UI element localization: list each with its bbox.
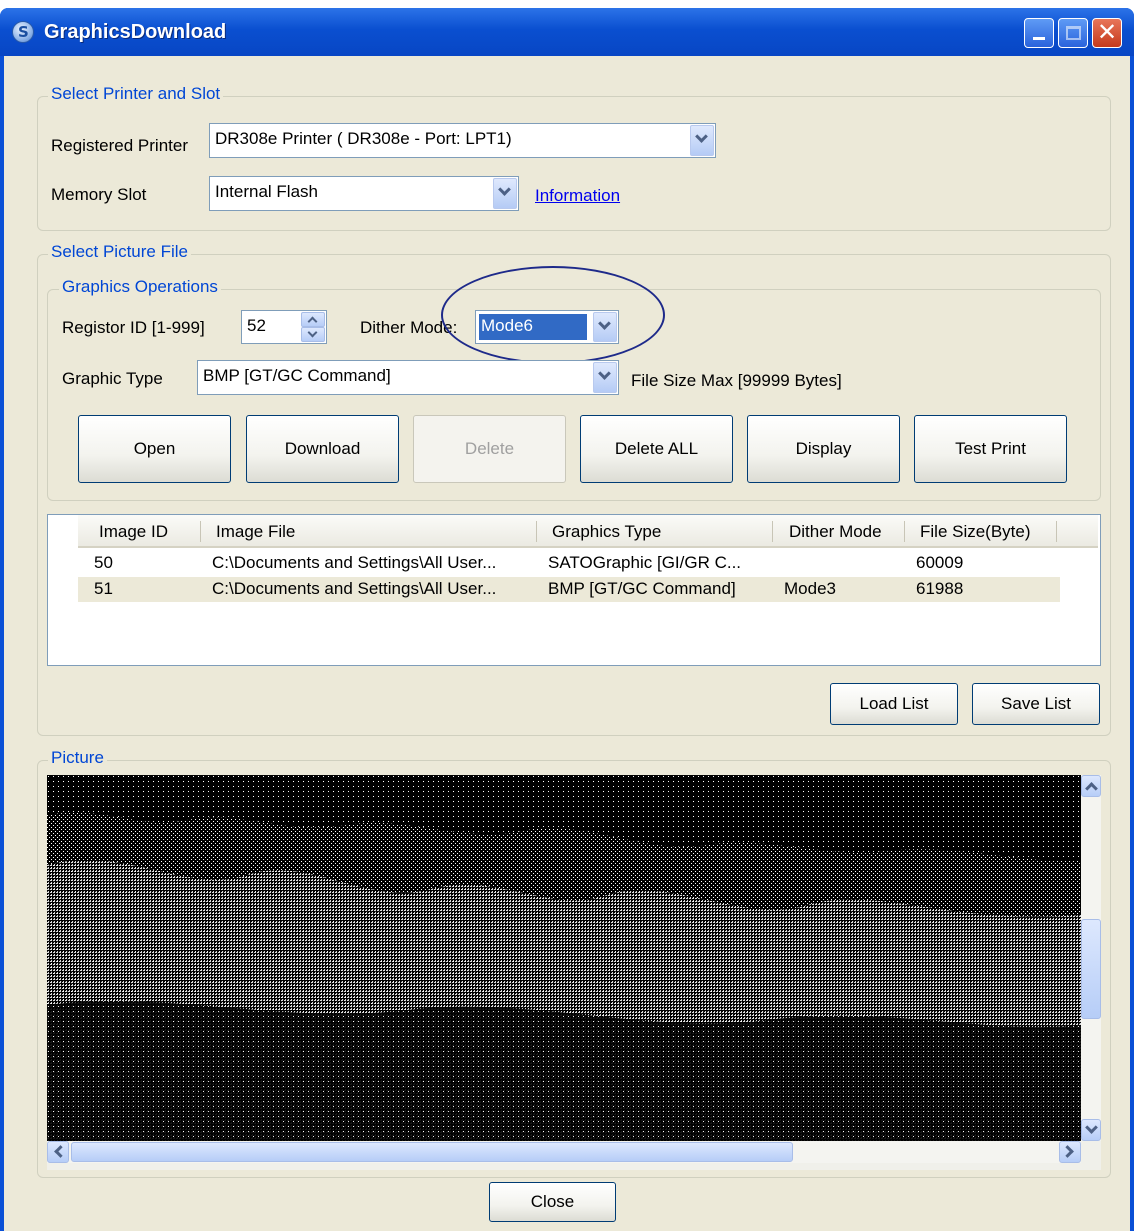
window-title: GraphicsDownload (44, 21, 227, 43)
dither-mode-dropdown-button[interactable] (593, 312, 617, 342)
registered-printer-label: Registered Printer (51, 136, 189, 155)
row-image-id: 51 (94, 579, 113, 598)
row-graphics-type: BMP [GT/GC Command] (548, 579, 736, 598)
minimize-icon (1033, 37, 1045, 40)
row-image-file: C:\Documents and Settings\All User... (212, 553, 497, 572)
registered-printer-dropdown-button[interactable] (690, 125, 714, 156)
vertical-scrollbar[interactable] (1081, 775, 1101, 1141)
memory-slot-label: Memory Slot (51, 185, 147, 204)
graphic-type-label: Graphic Type (62, 369, 163, 388)
column-header-image-id[interactable]: Image ID (99, 522, 168, 542)
load-list-button[interactable]: Load List (830, 683, 958, 725)
dither-mode-value: Mode6 (481, 316, 533, 335)
scroll-left-button[interactable] (47, 1141, 69, 1163)
graphics-operations-legend: Graphics Operations (59, 277, 221, 297)
row-graphics-type: SATOGraphic [GI/GR C... (548, 553, 742, 572)
chevron-up-icon (1085, 782, 1098, 795)
minimize-button[interactable] (1024, 18, 1054, 48)
dither-mode-select[interactable]: Mode6 (475, 310, 619, 344)
picture-legend: Picture (48, 748, 107, 768)
delete-button[interactable]: Delete (413, 415, 566, 483)
column-divider (904, 521, 905, 542)
scroll-right-button[interactable] (1059, 1141, 1081, 1163)
stepper-up-button[interactable] (301, 312, 325, 327)
column-header-graphics-type[interactable]: Graphics Type (552, 522, 661, 542)
display-button[interactable]: Display (747, 415, 900, 483)
chevron-down-icon (498, 183, 511, 196)
picture-viewport[interactable] (47, 775, 1101, 1170)
row-file-size: 61988 (916, 579, 964, 598)
image-bottom (47, 1001, 1081, 1141)
sato-logo-icon (12, 21, 34, 43)
graphic-type-select[interactable]: BMP [GT/GC Command] (197, 360, 619, 395)
registered-printer-value: DR308e Printer ( DR308e - Port: LPT1) (215, 129, 512, 148)
picture-file-legend: Select Picture File (48, 242, 191, 262)
chevron-down-icon (598, 367, 611, 380)
chevron-down-icon (1085, 1121, 1098, 1134)
dither-mode-label: Dither Mode: (360, 318, 458, 337)
horizontal-scrollbar[interactable] (47, 1141, 1081, 1163)
maximize-button[interactable] (1058, 18, 1088, 48)
column-header-dither-mode[interactable]: Dither Mode (789, 522, 882, 542)
row-image-file: C:\Documents and Settings\All User... (212, 579, 497, 598)
vertical-scroll-thumb[interactable] (1081, 919, 1101, 1019)
stepper-down-button[interactable] (301, 327, 325, 342)
application-window: GraphicsDownload ✕ Select Printer and Sl… (0, 8, 1134, 1231)
test-print-button[interactable]: Test Print (914, 415, 1067, 483)
download-button[interactable]: Download (246, 415, 399, 483)
information-link[interactable]: Information (535, 186, 620, 206)
table-row-selected[interactable]: 51 C:\Documents and Settings\All User...… (78, 577, 1060, 602)
graphic-type-value: BMP [GT/GC Command] (203, 366, 391, 385)
chevron-right-icon (1061, 1145, 1074, 1158)
horizontal-scroll-thumb[interactable] (71, 1142, 793, 1162)
image-list[interactable]: Image ID Image File Graphics Type Dither… (47, 514, 1101, 666)
chevron-up-icon (307, 316, 318, 327)
window-client-area: Select Printer and Slot Registered Print… (4, 56, 1130, 1231)
scroll-down-button[interactable] (1081, 1119, 1101, 1141)
registor-id-stepper[interactable]: 52 (241, 310, 327, 344)
maximize-icon (1066, 26, 1081, 40)
column-divider (772, 521, 773, 542)
save-list-button[interactable]: Save List (972, 683, 1100, 725)
registor-id-value: 52 (247, 316, 266, 335)
column-header-file-size[interactable]: File Size(Byte) (920, 522, 1031, 542)
chevron-down-icon (695, 130, 708, 143)
printer-slot-group (37, 96, 1111, 231)
table-row[interactable]: 50 C:\Documents and Settings\All User...… (78, 552, 1060, 576)
column-header-image-file[interactable]: Image File (216, 522, 295, 542)
registered-printer-select[interactable]: DR308e Printer ( DR308e - Port: LPT1) (209, 123, 716, 158)
open-button[interactable]: Open (78, 415, 231, 483)
delete-all-button[interactable]: Delete ALL (580, 415, 733, 483)
row-image-id: 50 (94, 553, 113, 572)
memory-slot-value: Internal Flash (215, 182, 318, 201)
scroll-up-button[interactable] (1081, 775, 1101, 797)
close-icon: ✕ (1096, 19, 1118, 46)
row-file-size: 60009 (916, 553, 964, 572)
dithered-landscape-image (47, 775, 1081, 1141)
graphic-type-dropdown-button[interactable] (593, 362, 617, 393)
column-divider (536, 521, 537, 542)
column-divider (1056, 521, 1057, 542)
memory-slot-dropdown-button[interactable] (493, 178, 517, 209)
memory-slot-select[interactable]: Internal Flash (209, 176, 519, 211)
close-window-button[interactable]: ✕ (1092, 18, 1122, 48)
column-divider (200, 521, 201, 542)
printer-slot-legend: Select Printer and Slot (48, 84, 224, 104)
title-bar[interactable]: GraphicsDownload ✕ (0, 8, 1134, 56)
close-button[interactable]: Close (489, 1182, 616, 1222)
chevron-down-icon (598, 317, 611, 330)
chevron-left-icon (54, 1145, 67, 1158)
registor-id-label: Registor ID [1-999] (62, 318, 205, 337)
row-dither-mode: Mode3 (784, 579, 836, 598)
chevron-down-icon (307, 327, 318, 338)
file-size-max-label: File Size Max [99999 Bytes] (631, 371, 842, 390)
